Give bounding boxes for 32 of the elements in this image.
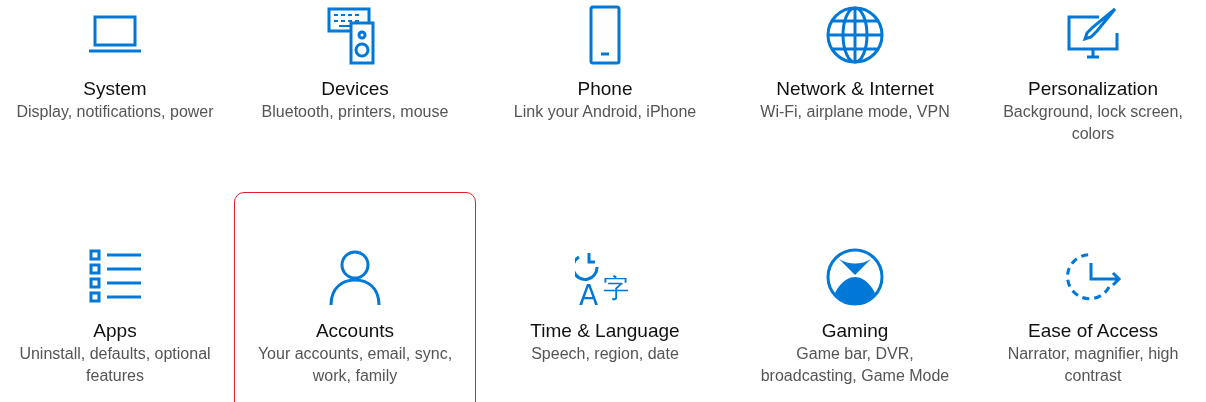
settings-tile[interactable]: Personalization Background, lock screen, colors [984,0,1202,192]
tile-title: Time & Language [530,319,680,343]
tile-description: Background, lock screen, colors [1002,102,1184,144]
settings-tile[interactable]: Apps Uninstall, defaults, optional features [4,192,226,402]
tile-title: Apps [93,319,137,343]
settings-tile[interactable]: Accounts Your accounts, email, sync, work, family [234,192,476,402]
settings-tile[interactable]: Gaming Game bar, DVR, broadcasting, Game Mode [734,192,976,402]
settings-tile[interactable]: Ease of Access Narrator, magnifier, high contrast [984,192,1202,402]
globe-icon [825,5,885,65]
tile-title: Personalization [1028,77,1158,101]
tile-title: System [83,77,147,101]
tile-description: Link your Android, iPhone [513,102,697,122]
xbox-icon [825,247,885,307]
tile-description: Bluetooth, printers, mouse [261,102,449,122]
tile-title: Gaming [821,319,889,343]
tile-description: Wi-Fi, airplane mode, VPN [760,102,950,122]
tile-description: Narrator, magnifier, high contrast [1006,344,1180,386]
settings-tile[interactable]: A 字 Time & Language Speech, region, date [484,192,726,402]
tile-description: Uninstall, defaults, optional features [18,344,212,386]
tile-description: Speech, region, date [531,344,679,364]
tile-description: Display, notifications, power [16,102,214,122]
settings-tile[interactable]: Network & Internet Wi-Fi, airplane mode, VPN [734,0,976,192]
settings-tile[interactable]: Devices Bluetooth, printers, mouse [234,0,476,192]
tile-title: Accounts [315,319,395,343]
tile-description: Your accounts, email, sync, work, family [256,344,454,386]
tile-description: Game bar, DVR, broadcasting, Game Mode [759,344,951,386]
tile-title: Network & Internet [776,77,934,101]
settings-tile[interactable]: Phone Link your Android, iPhone [484,0,726,192]
tile-title: Ease of Access [1028,319,1158,343]
tile-title: Phone [577,77,633,101]
tile-title: Devices [321,77,389,101]
settings-tile[interactable]: System Display, notifications, power [4,0,226,192]
